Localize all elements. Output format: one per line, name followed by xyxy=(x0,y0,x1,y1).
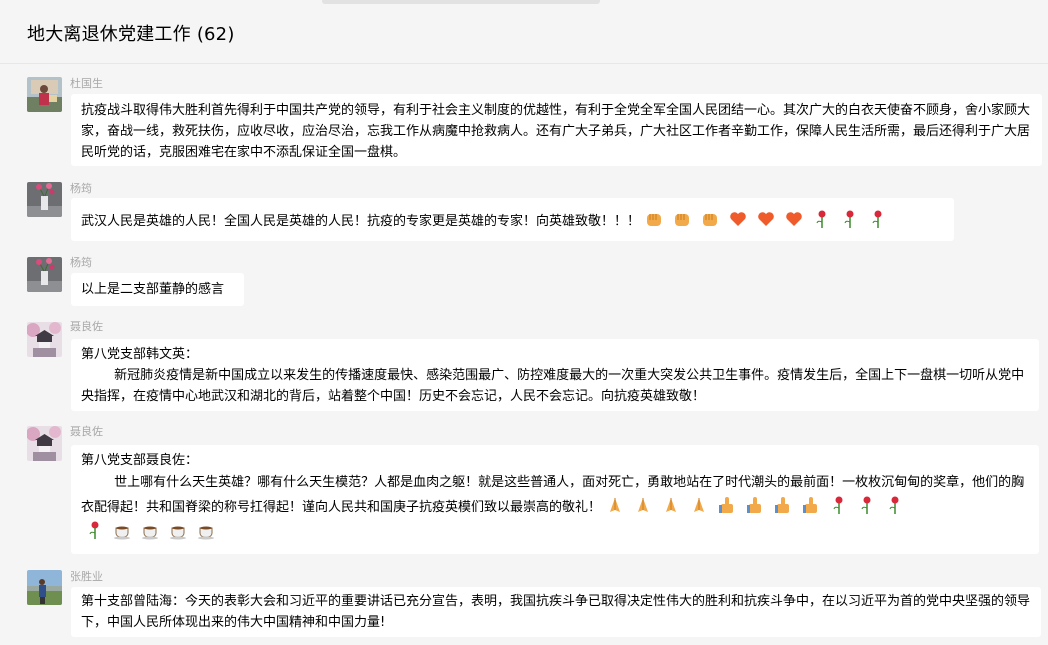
fist-icon xyxy=(675,214,690,226)
pray-icon xyxy=(610,498,621,512)
avatar[interactable] xyxy=(27,570,62,605)
avatar[interactable] xyxy=(27,426,62,461)
message-bubble[interactable]: 第八党支部韩文英： 新冠肺炎疫情是新中国成立以来发生的传播速度最快、感染范围最广… xyxy=(71,339,1039,411)
rose-icon xyxy=(844,210,854,228)
sender-name: 聂良佐 xyxy=(70,320,103,333)
rose-icon xyxy=(89,521,99,539)
heart-icon xyxy=(758,212,774,226)
message-text: 新冠肺炎疫情是新中国成立以来发生的传播速度最快、感染范围最广、防控难度最大的一次… xyxy=(81,368,1025,404)
flower-vase-avatar-icon xyxy=(27,182,62,217)
chat-title[interactable]: 地大离退休党建工作 (62) xyxy=(27,20,235,46)
avatar[interactable] xyxy=(27,77,62,112)
fist-icon xyxy=(703,214,718,226)
member-count: (62) xyxy=(196,24,235,45)
message-list[interactable]: 杜国生 抗疫战斗取得伟大胜利首先得利于中国共产党的领导，有利于社会主义制度的优越… xyxy=(0,64,1048,645)
thumbs-up-icon xyxy=(775,497,790,513)
message-text: 武汉人民是英雄的人民！全国人民是英雄的人民！抗疫的专家更是英雄的专家！向英雄致敬… xyxy=(81,214,641,229)
rose-icon xyxy=(872,210,882,228)
chat-header: 地大离退休党建工作 (62) xyxy=(0,0,1048,64)
message-bubble[interactable]: 第八党支部聂良佐： 世上哪有什么天生英雄？哪有什么天生模范？人都是血肉之躯！就是… xyxy=(71,445,1039,554)
person-photo-avatar-icon xyxy=(27,77,62,112)
avatar[interactable] xyxy=(27,322,62,357)
person-outdoor-avatar-icon xyxy=(27,570,62,605)
sender-name: 张胜业 xyxy=(70,570,103,583)
castle-blossom-avatar-icon xyxy=(27,426,62,461)
sender-name: 杨筠 xyxy=(70,256,92,269)
sender-name: 杜国生 xyxy=(70,77,103,90)
pray-icon xyxy=(638,498,649,512)
coffee-icon xyxy=(198,526,214,540)
heart-icon xyxy=(730,212,746,226)
rose-icon xyxy=(833,496,843,514)
message-heading: 第八党支部韩文英： xyxy=(81,347,199,362)
flower-vase-avatar-icon xyxy=(27,257,62,292)
pray-icon xyxy=(666,498,677,512)
coffee-icon xyxy=(170,526,186,540)
coffee-icon xyxy=(114,526,130,540)
rose-icon xyxy=(861,496,871,514)
window-drag-handle[interactable] xyxy=(322,0,600,4)
thumbs-up-icon xyxy=(719,497,734,513)
message-bubble[interactable]: 武汉人民是英雄的人民！全国人民是英雄的人民！抗疫的专家更是英雄的专家！向英雄致敬… xyxy=(71,198,954,241)
message-heading: 第八党支部聂良佐： xyxy=(81,453,199,468)
scrollbar[interactable] xyxy=(1042,64,1048,645)
message-bubble[interactable]: 抗疫战斗取得伟大胜利首先得利于中国共产党的领导，有利于社会主义制度的优越性，有利… xyxy=(71,94,1042,166)
avatar[interactable] xyxy=(27,257,62,292)
thumbs-up-icon xyxy=(803,497,818,513)
message-bubble[interactable]: 第十支部曾陆海：今天的表彰大会和习近平的重要讲话已充分宣告，表明，我国抗疾斗争已… xyxy=(71,587,1041,637)
heart-icon xyxy=(786,212,802,226)
sender-name: 聂良佐 xyxy=(70,425,103,438)
pray-icon xyxy=(694,498,705,512)
sender-name: 杨筠 xyxy=(70,182,92,195)
emoji-row xyxy=(640,210,892,229)
rose-icon xyxy=(889,496,899,514)
avatar[interactable] xyxy=(27,182,62,217)
thumbs-up-icon xyxy=(747,497,762,513)
message-bubble[interactable]: 以上是二支部董静的感言 xyxy=(71,273,244,306)
castle-blossom-avatar-icon xyxy=(27,322,62,357)
fist-icon xyxy=(647,214,662,226)
chat-name: 地大离退休党建工作 xyxy=(27,24,191,45)
rose-icon xyxy=(816,210,826,228)
coffee-icon xyxy=(142,526,158,540)
